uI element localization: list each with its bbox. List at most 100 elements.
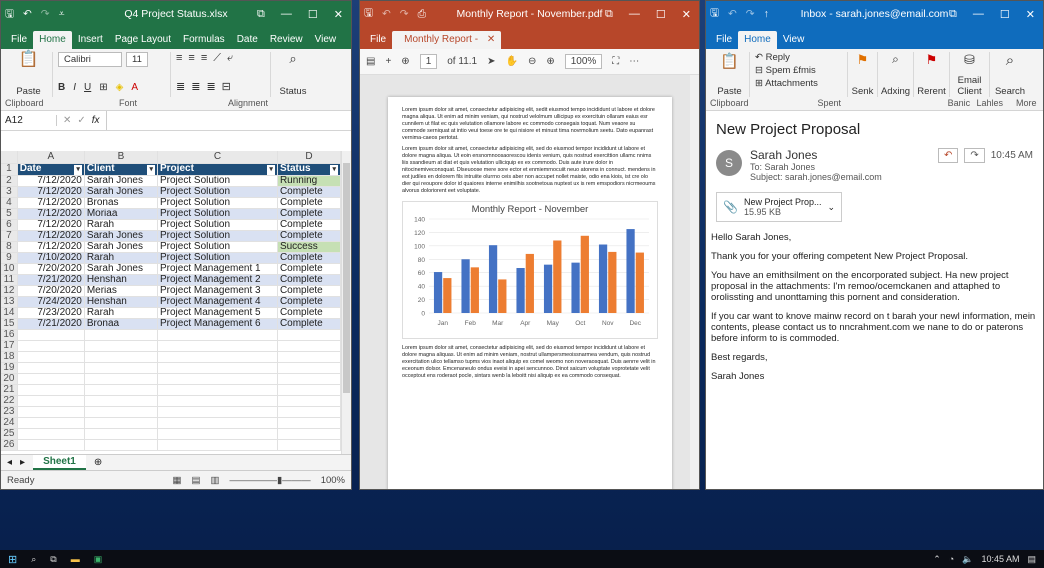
- table-cell[interactable]: [277, 406, 342, 418]
- search-icon[interactable]: ⌕: [892, 52, 899, 67]
- name-box[interactable]: A12: [5, 115, 57, 126]
- add-sheet-icon[interactable]: ⊕: [94, 457, 102, 468]
- reply-icon[interactable]: ↶: [937, 148, 959, 163]
- table-cell[interactable]: 7/12/2020: [17, 208, 85, 220]
- align-left-icon[interactable]: ≣: [176, 80, 185, 93]
- table-cell[interactable]: [277, 384, 342, 396]
- rerent-button[interactable]: Rerent: [917, 86, 946, 97]
- file-menu[interactable]: File: [364, 31, 392, 49]
- table-cell[interactable]: Rarah: [84, 252, 159, 264]
- select-icon[interactable]: ➤: [487, 56, 495, 67]
- table-cell[interactable]: [277, 417, 342, 429]
- table-cell[interactable]: Project Management 4: [157, 296, 278, 308]
- tab-review[interactable]: Review: [264, 31, 309, 49]
- paste-button[interactable]: Paste: [16, 86, 40, 97]
- row-number[interactable]: 9: [1, 252, 18, 264]
- row-number[interactable]: 6: [1, 219, 18, 231]
- tab-view[interactable]: View: [777, 31, 811, 49]
- table-cell[interactable]: [157, 428, 278, 440]
- table-cell[interactable]: [157, 340, 278, 352]
- zoom-slider[interactable]: —————▮———: [229, 475, 310, 486]
- network-icon[interactable]: ◔: [949, 554, 954, 564]
- redo-icon[interactable]: ↷: [746, 8, 755, 20]
- zoom-level[interactable]: 100%: [321, 475, 345, 486]
- tab-insert[interactable]: Insert: [72, 31, 109, 49]
- table-cell[interactable]: [17, 406, 85, 418]
- table-cell[interactable]: Moriaa: [84, 208, 159, 220]
- table-cell[interactable]: [157, 329, 278, 341]
- senk-button[interactable]: Senk: [852, 86, 874, 97]
- cancel-icon[interactable]: ✕: [63, 115, 71, 126]
- row-number[interactable]: 8: [1, 241, 18, 253]
- tab-formulas[interactable]: Formulas: [177, 31, 231, 49]
- row-number[interactable]: 23: [1, 406, 18, 418]
- table-cell[interactable]: 7/12/2020: [17, 175, 85, 187]
- column-header[interactable]: D: [277, 151, 342, 164]
- row-number[interactable]: 12: [1, 285, 18, 297]
- table-cell[interactable]: 7/23/2020: [17, 307, 85, 319]
- zoom-out-icon[interactable]: ⊖: [528, 56, 536, 67]
- tab-page-layout[interactable]: Page Layout: [109, 31, 177, 49]
- row-number[interactable]: 25: [1, 428, 18, 440]
- ribbon-display-icon[interactable]: ⧉: [949, 8, 957, 21]
- email-client-icon[interactable]: ⛁: [964, 52, 975, 68]
- table-cell[interactable]: [84, 340, 159, 352]
- email-client-button[interactable]: Email Client: [955, 75, 984, 97]
- table-cell[interactable]: 7/20/2020: [17, 285, 85, 297]
- table-cell[interactable]: Henshan: [84, 296, 159, 308]
- font-size-select[interactable]: 11: [126, 52, 148, 67]
- table-cell[interactable]: Complete: [277, 230, 342, 242]
- tab-file[interactable]: File: [710, 31, 738, 49]
- table-cell[interactable]: [277, 362, 342, 374]
- center-icon[interactable]: ≣: [191, 80, 200, 93]
- reply-button[interactable]: ↶ Reply: [755, 52, 790, 63]
- paste-button[interactable]: Paste: [717, 86, 741, 97]
- minimize-button[interactable]: —: [973, 8, 984, 21]
- table-cell[interactable]: Success: [277, 241, 342, 253]
- row-number[interactable]: 18: [1, 351, 18, 363]
- table-cell[interactable]: [17, 417, 85, 429]
- table-cell[interactable]: Bronas: [84, 197, 159, 209]
- table-cell[interactable]: Project Solution: [157, 230, 278, 242]
- table-header-cell[interactable]: Date ▾: [17, 163, 85, 176]
- align-middle-icon[interactable]: ≡: [188, 52, 194, 65]
- close-button[interactable]: ✕: [1026, 8, 1035, 21]
- paste-icon[interactable]: 📋: [720, 52, 739, 70]
- row-number[interactable]: 24: [1, 417, 18, 429]
- table-cell[interactable]: Project Solution: [157, 252, 278, 264]
- volume-icon[interactable]: 🔈: [962, 554, 973, 565]
- table-cell[interactable]: [17, 351, 85, 363]
- row-number[interactable]: 7: [1, 230, 18, 242]
- table-cell[interactable]: Project Solution: [157, 175, 278, 187]
- table-cell[interactable]: [17, 439, 85, 451]
- ribbon-display-icon[interactable]: ⧉: [257, 8, 265, 21]
- select-all[interactable]: [1, 151, 18, 164]
- maximize-button[interactable]: ☐: [1000, 8, 1010, 21]
- wrap-text-icon[interactable]: ⤶: [227, 52, 233, 65]
- tab-home[interactable]: Home: [33, 31, 72, 49]
- tab-home[interactable]: Home: [738, 31, 777, 49]
- table-cell[interactable]: [84, 406, 159, 418]
- pdf-viewer[interactable]: Lorem ipsum dolor sit amet, consectetur …: [360, 75, 699, 489]
- table-cell[interactable]: Henshan: [84, 274, 159, 286]
- table-cell[interactable]: 7/21/2020: [17, 274, 85, 286]
- table-cell[interactable]: Project Management 6: [157, 318, 278, 330]
- align-right-icon[interactable]: ≣: [206, 80, 215, 93]
- tab-view[interactable]: View: [309, 31, 343, 49]
- tab-date[interactable]: Date: [231, 31, 264, 49]
- table-cell[interactable]: [84, 395, 159, 407]
- table-cell[interactable]: [84, 329, 159, 341]
- maximize-button[interactable]: ☐: [656, 8, 666, 21]
- chevron-down-icon[interactable]: ⌄: [827, 202, 835, 213]
- table-cell[interactable]: Complete: [277, 318, 342, 330]
- table-cell[interactable]: 7/12/2020: [17, 186, 85, 198]
- fill-color-icon[interactable]: ◈: [116, 82, 124, 93]
- chevron-up-icon[interactable]: ⌃: [933, 554, 941, 565]
- table-cell[interactable]: [157, 417, 278, 429]
- table-cell[interactable]: Bronaa: [84, 318, 159, 330]
- sheet-tab[interactable]: Sheet1: [33, 455, 86, 470]
- table-cell[interactable]: [157, 406, 278, 418]
- table-cell[interactable]: [84, 439, 159, 451]
- table-cell[interactable]: Rarah: [84, 219, 159, 231]
- maximize-button[interactable]: ☐: [308, 8, 318, 21]
